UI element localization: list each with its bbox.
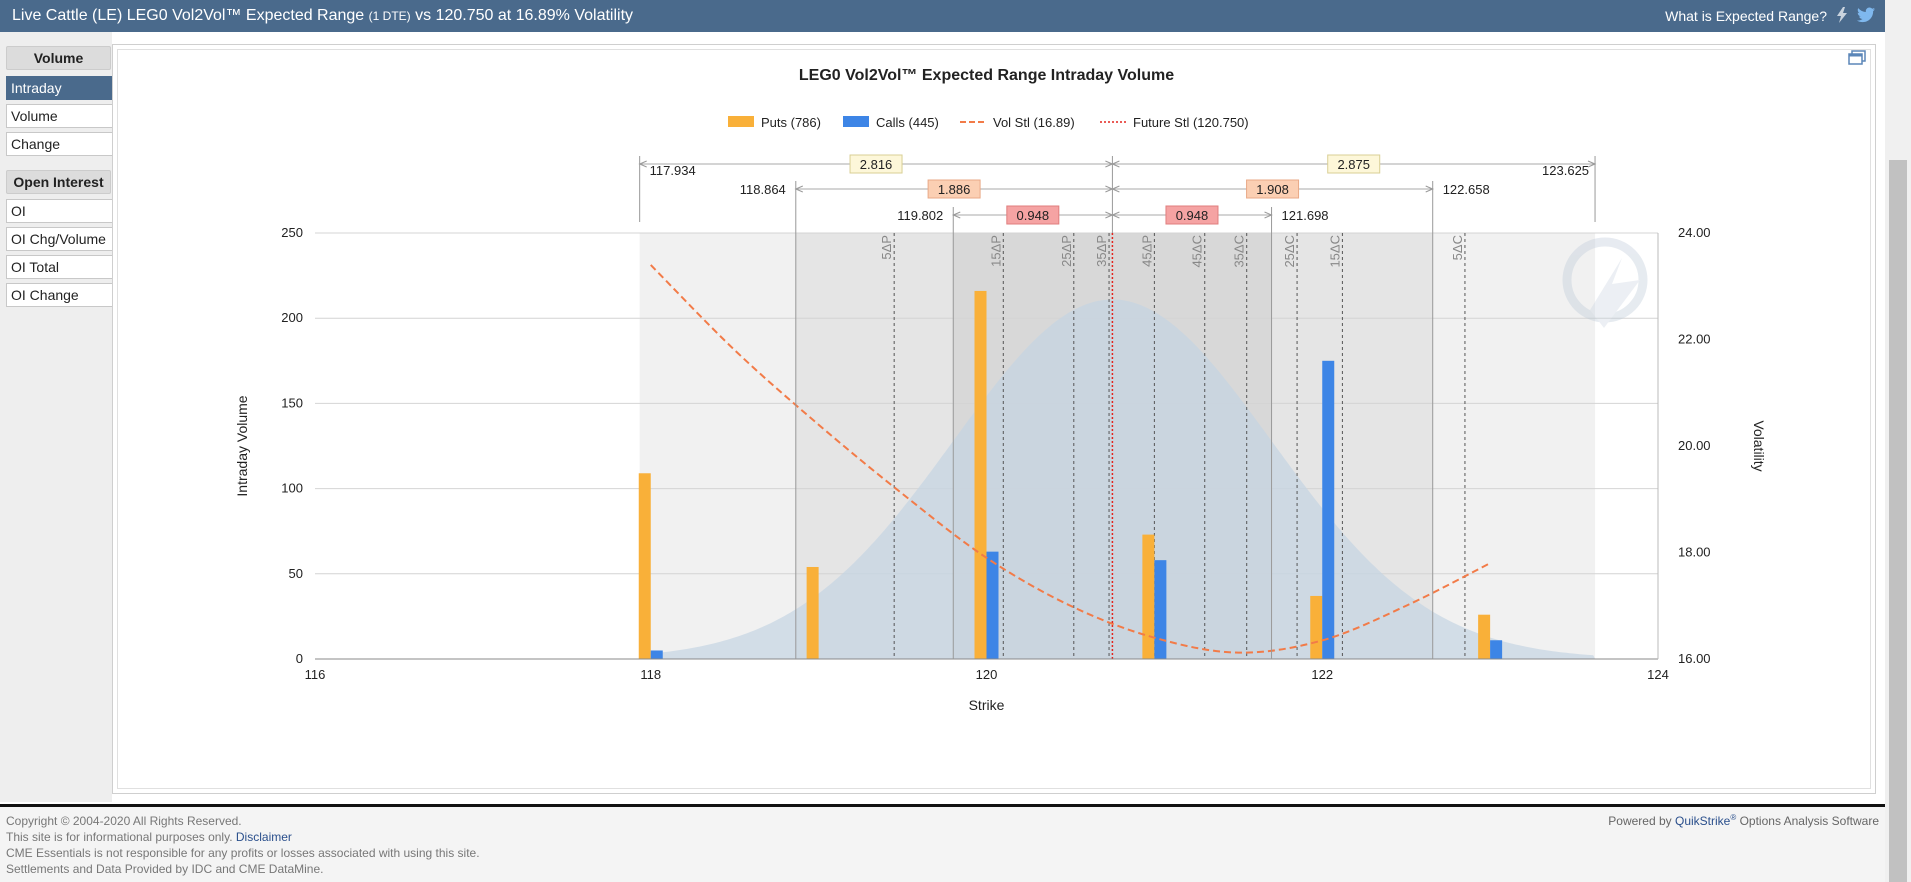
chart-svg: LEG0 Vol2Vol™ Expected Range Intraday Vo… [234, 67, 1767, 713]
calls-bar [1490, 640, 1503, 659]
range-low-label: 118.864 [740, 182, 786, 197]
legend-item: Vol Stl (16.89) [993, 115, 1075, 130]
footer-settlements: Settlements and Data Provided by IDC and… [6, 862, 324, 876]
y-tick-label: 200 [281, 310, 303, 325]
range-width-right: 0.948 [1176, 208, 1209, 223]
chart-title: LEG0 Vol2Vol™ Expected Range Intraday Vo… [799, 67, 1174, 84]
y-tick-label: 0 [296, 651, 303, 666]
y-tick-label: 150 [281, 395, 303, 410]
puts-bar [1310, 595, 1323, 659]
delta-label: 35ΔC [1232, 235, 1247, 268]
disclaimer-link[interactable]: Disclaimer [236, 830, 292, 844]
legend-swatch [728, 116, 754, 127]
legend-swatch [843, 116, 869, 127]
quikstrike-link[interactable]: QuikStrike® [1674, 813, 1736, 828]
delta-label: 35ΔP [1094, 235, 1109, 267]
quikstrike-label: QuikStrike [1674, 814, 1731, 828]
footer: Copyright © 2004-2020 All Rights Reserve… [0, 807, 1885, 882]
y2-tick-label: 24.00 [1678, 225, 1711, 240]
y2-tick-label: 22.00 [1678, 332, 1711, 347]
range-width-left: 2.816 [860, 157, 893, 172]
calls-bar [1322, 360, 1335, 659]
range-low-label: 119.802 [897, 208, 943, 223]
legend-item: Calls (445) [876, 115, 939, 130]
y2-tick-label: 16.00 [1678, 651, 1711, 666]
y2-axis-label: Volatility [1751, 420, 1767, 471]
x-tick-label: 124 [1647, 667, 1669, 682]
powered-prefix: Powered by [1608, 814, 1672, 828]
delta-label: 45ΔP [1139, 235, 1154, 267]
calls-bar [1154, 560, 1167, 659]
range-high-label: 122.658 [1443, 182, 1490, 197]
x-axis-label: Strike [969, 697, 1005, 713]
y2-tick-label: 20.00 [1678, 438, 1711, 453]
footer-responsibility: CME Essentials is not responsible for an… [6, 846, 480, 860]
y2-tick-label: 18.00 [1678, 545, 1711, 560]
x-tick-label: 120 [976, 667, 998, 682]
footer-copyright: Copyright © 2004-2020 All Rights Reserve… [6, 814, 242, 828]
delta-label: 15ΔP [988, 235, 1003, 267]
legend-item: Puts (786) [761, 115, 821, 130]
range-high-label: 123.625 [1542, 163, 1589, 178]
range-width-right: 2.875 [1337, 157, 1370, 172]
calls-bar [986, 551, 999, 659]
range-width-right: 1.908 [1256, 182, 1289, 197]
delta-label: 45ΔC [1190, 235, 1205, 268]
delta-label: 5ΔP [879, 235, 894, 260]
puts-bar [806, 566, 819, 659]
puts-bar [638, 473, 651, 659]
delta-label: 5ΔC [1450, 235, 1465, 260]
x-tick-label: 116 [305, 667, 326, 682]
delta-label: 15ΔC [1327, 235, 1342, 268]
powered-by: Powered by QuikStrike® Options Analysis … [1608, 813, 1879, 828]
y-tick-label: 50 [289, 566, 303, 581]
x-tick-label: 122 [1311, 667, 1333, 682]
footer-info: This site is for informational purposes … [6, 830, 233, 844]
range-low-label: 117.934 [650, 163, 696, 178]
range-width-left: 1.886 [938, 182, 971, 197]
powered-suffix: Options Analysis Software [1739, 814, 1879, 828]
y-axis-label: Intraday Volume [234, 395, 250, 496]
range-high-label: 121.698 [1282, 208, 1329, 223]
puts-bar [974, 290, 987, 659]
range-width-left: 0.948 [1017, 208, 1050, 223]
delta-label: 25ΔC [1282, 235, 1297, 268]
calls-bar [650, 650, 663, 659]
puts-bar [1478, 614, 1491, 659]
puts-bar [1142, 534, 1155, 659]
legend-item: Future Stl (120.750) [1133, 115, 1249, 130]
delta-label: 25ΔP [1059, 235, 1074, 267]
y-tick-label: 250 [281, 225, 303, 240]
y-tick-label: 100 [281, 481, 303, 496]
x-tick-label: 118 [640, 667, 661, 682]
